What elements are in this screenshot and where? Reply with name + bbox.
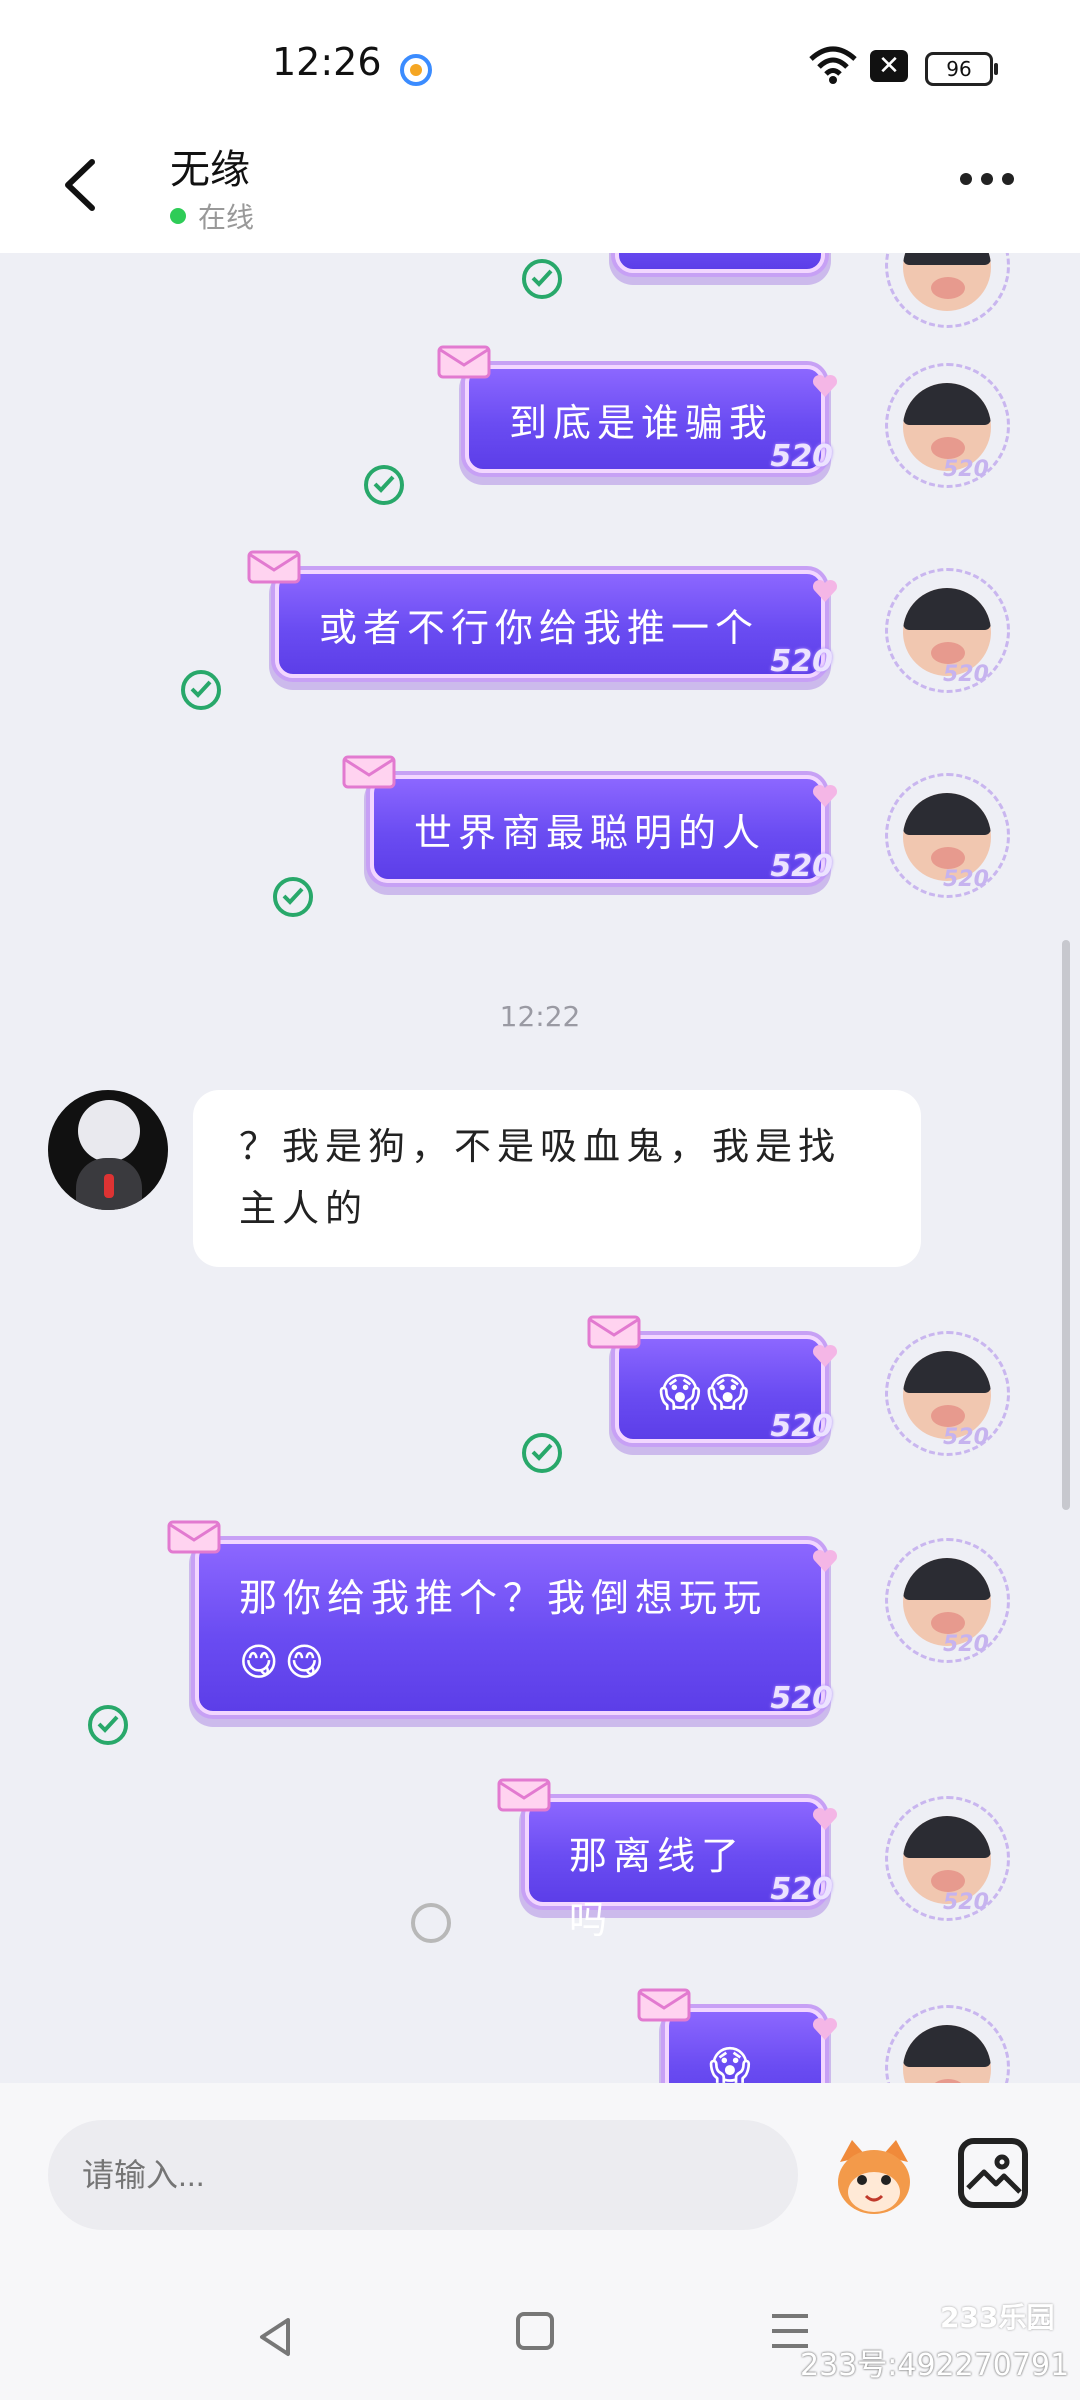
top-bar xyxy=(0,0,1080,253)
message-text: 或者不行你给我推一个 xyxy=(319,606,760,650)
watermark-logo: 233乐园 xyxy=(940,2301,1055,2334)
avatar-tag: 520 xyxy=(943,867,989,892)
envelope-icon xyxy=(247,550,301,584)
bubble-tag: 520 xyxy=(770,439,833,474)
message-text: 那你给我推个？我倒想玩玩😋😋 xyxy=(239,1576,768,1684)
heart-icon xyxy=(812,1549,838,1572)
incoming-message-bubble[interactable]: ？我是狗，不是吸血鬼，我是找主人的 xyxy=(193,1090,921,1267)
back-button[interactable] xyxy=(50,140,120,230)
chat-scrollbar[interactable] xyxy=(1062,940,1070,1510)
chat-timestamp: 12:22 xyxy=(499,1000,581,1033)
avatar-tag: 520 xyxy=(943,457,989,482)
my-avatar[interactable]: 520 xyxy=(885,568,1010,693)
online-status-text: 在线 xyxy=(198,201,255,234)
heart-icon xyxy=(812,784,838,807)
my-avatar[interactable]: 520 xyxy=(885,1331,1010,1456)
message-input[interactable] xyxy=(48,2120,798,2230)
message-bubble[interactable]: 世界商最聪明的人 520 xyxy=(342,755,838,884)
heart-icon xyxy=(812,1344,838,1367)
image-icon xyxy=(966,2154,1022,2194)
message-bubble[interactable]: 或者不行你给我推一个 520 xyxy=(247,550,838,679)
envelope-icon xyxy=(497,1778,551,1812)
envelope-icon xyxy=(167,1520,221,1554)
fox-sticker-icon xyxy=(838,2140,910,2214)
message-bubble-partial[interactable] xyxy=(615,253,825,273)
no-sim-icon: ✕ xyxy=(870,50,908,82)
battery-indicator: 96 xyxy=(925,52,998,86)
contact-name: 无缘 xyxy=(170,147,250,193)
nav-home-button[interactable] xyxy=(516,2312,554,2350)
image-picker-button[interactable] xyxy=(958,2138,1028,2208)
heart-icon xyxy=(812,1807,838,1830)
online-status-dot xyxy=(170,208,186,224)
message-text: 😱 xyxy=(709,2043,757,2083)
message-bubble[interactable]: 那你给我推个？我倒想玩玩😋😋 520 xyxy=(167,1520,838,1716)
envelope-icon xyxy=(587,1315,641,1349)
contact-avatar[interactable] xyxy=(48,1090,168,1210)
avatar-tag: 520 xyxy=(943,662,989,687)
avatar-tag: 520 xyxy=(943,1425,989,1450)
more-options-button[interactable] xyxy=(960,170,1030,200)
my-avatar[interactable]: 520 xyxy=(885,363,1010,488)
envelope-icon xyxy=(637,1988,691,2022)
message-text: 到底是谁骗我 xyxy=(509,401,774,445)
envelope-icon xyxy=(342,755,396,789)
read-check-icon xyxy=(522,259,562,299)
read-check-icon xyxy=(181,670,221,710)
message-text: 那离线了吗 xyxy=(569,1834,746,1942)
my-avatar[interactable] xyxy=(885,253,1010,328)
message-text: 世界商最聪明的人 xyxy=(414,811,767,855)
message-bubble[interactable]: 😱 xyxy=(637,1988,838,2083)
bubble-tag: 520 xyxy=(770,1409,833,1444)
heart-icon xyxy=(812,374,838,397)
message-bubble[interactable]: 😱😱 520 xyxy=(587,1315,838,1444)
read-check-icon xyxy=(273,877,313,917)
my-avatar[interactable]: 520 xyxy=(885,773,1010,898)
envelope-icon xyxy=(437,345,491,379)
nav-back-button[interactable] xyxy=(252,2312,302,2362)
bubble-tag: 520 xyxy=(770,1681,833,1716)
my-avatar[interactable]: 520 xyxy=(885,1538,1010,1663)
watermark-text: 233号:492270791 xyxy=(800,2348,1070,2383)
pending-status-icon xyxy=(411,1903,451,1943)
my-avatar[interactable]: 520 xyxy=(885,1796,1010,1921)
bubble-tag: 520 xyxy=(770,849,833,884)
avatar-tag: 520 xyxy=(943,1890,989,1915)
my-avatar[interactable] xyxy=(885,2005,1010,2083)
message-text: 😱😱 xyxy=(659,1370,755,1416)
avatar-tag: 520 xyxy=(943,1632,989,1657)
wifi-icon xyxy=(808,45,858,85)
status-time: 12:26 xyxy=(272,40,382,84)
notification-app-icon xyxy=(398,52,434,88)
message-bubble[interactable]: 到底是谁骗我 520 xyxy=(437,345,838,474)
heart-icon xyxy=(812,2017,838,2040)
read-check-icon xyxy=(88,1705,128,1745)
message-bubble[interactable]: 那离线了吗 520 xyxy=(497,1778,838,1942)
sticker-button[interactable] xyxy=(830,2132,918,2220)
bubble-tag: 520 xyxy=(770,1872,833,1907)
heart-icon xyxy=(812,579,838,602)
chat-area[interactable]: 到底是谁骗我 520 520 或者不行你给我推一个 520 520 世界商最聪明… xyxy=(0,253,1080,2083)
read-check-icon xyxy=(522,1433,562,1473)
bubble-tag: 520 xyxy=(770,644,833,679)
read-check-icon xyxy=(364,465,404,505)
